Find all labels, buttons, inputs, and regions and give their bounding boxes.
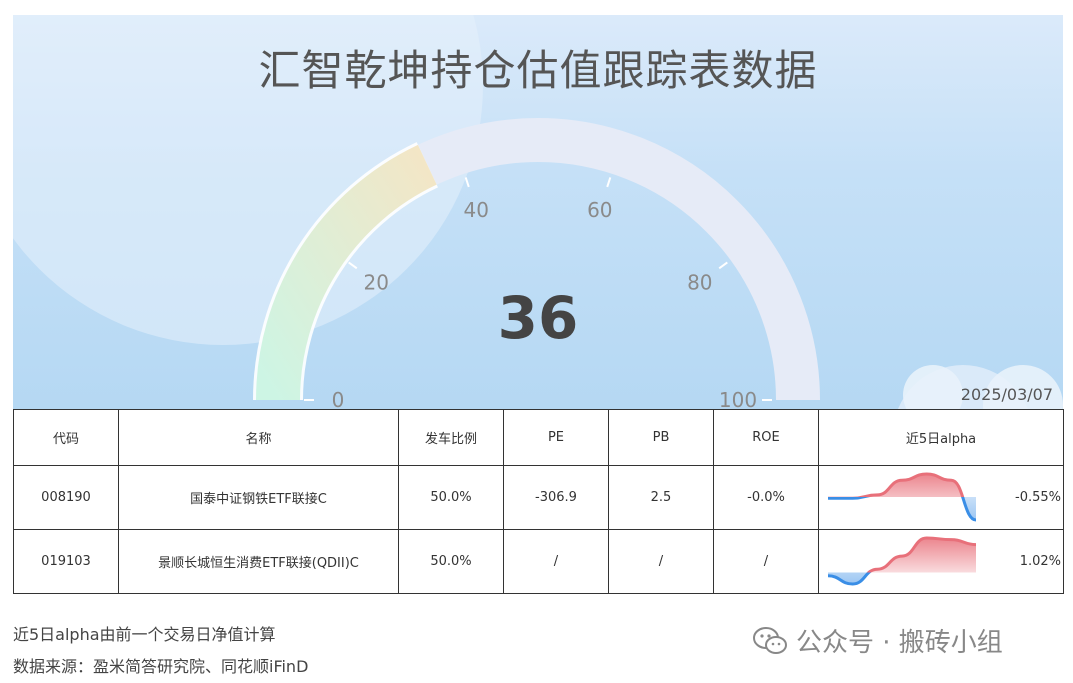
gauge-tick-label: 0 xyxy=(332,388,345,409)
gauge-tick xyxy=(464,177,470,188)
cell-code: 019103 xyxy=(13,529,119,594)
valuation-table: 代码 名称 发车比例 PE PB ROE 近5日alpha 008190 国泰中… xyxy=(13,409,1064,594)
table-header-row: 代码 名称 发车比例 PE PB ROE 近5日alpha xyxy=(13,409,1064,466)
gauge-value: 36 xyxy=(498,284,579,352)
gauge-tick-label: 100 xyxy=(719,388,757,409)
table-row: 019103 景顺长城恒生消费ETF联接(QDII)C 50.0% / / / … xyxy=(13,529,1064,594)
gauge-tick xyxy=(606,177,612,188)
alpha-sparkline xyxy=(827,536,977,586)
watermark: 公众号 · 搬砖小组 xyxy=(752,622,1003,659)
alpha-value: -0.55% xyxy=(1015,490,1061,505)
cell-code: 008190 xyxy=(13,465,119,530)
cell-pe: -306.9 xyxy=(503,465,609,530)
alpha-value: 1.02% xyxy=(1019,554,1061,569)
header-code: 代码 xyxy=(13,409,119,466)
gauge-banner: 0 20 40 60 80 100 36 汇智乾坤持仓估值跟踪表数据 2025/03/07 xyxy=(13,15,1063,409)
cell-roe: / xyxy=(713,529,819,594)
watermark-text: 公众号 · 搬砖小组 xyxy=(796,628,1003,658)
cell-ratio: 50.0% xyxy=(398,529,504,594)
header-name: 名称 xyxy=(118,409,399,466)
cell-pb: 2.5 xyxy=(608,465,714,530)
gauge-tick-label: 60 xyxy=(587,198,612,222)
gauge-tick xyxy=(718,261,728,270)
header-pb: PB xyxy=(608,409,714,466)
cell-alpha: 1.02% xyxy=(818,529,1064,594)
date-label: 2025/03/07 xyxy=(960,385,1053,404)
alpha-sparkline xyxy=(828,472,977,522)
note-alpha: 近5日alpha由前一个交易日净值计算 xyxy=(13,625,276,644)
header-alpha: 近5日alpha xyxy=(818,409,1064,466)
page-title: 汇智乾坤持仓估值跟踪表数据 xyxy=(258,46,818,95)
cell-alpha: -0.55% xyxy=(818,465,1064,530)
cell-pe: / xyxy=(503,529,609,594)
gauge-tick-label: 20 xyxy=(363,270,388,294)
note-source: 数据来源：盈米简答研究院、同花顺iFinD xyxy=(13,657,309,676)
header-ratio: 发车比例 xyxy=(398,409,504,466)
cell-ratio: 50.0% xyxy=(398,465,504,530)
gauge-tick-label: 80 xyxy=(687,270,712,294)
wechat-icon xyxy=(753,626,787,654)
header-roe: ROE xyxy=(713,409,819,466)
header-pe: PE xyxy=(503,409,609,466)
cell-roe: -0.0% xyxy=(713,465,819,530)
cell-pb: / xyxy=(608,529,714,594)
gauge-tick-label: 40 xyxy=(463,198,488,222)
table-row: 008190 国泰中证钢铁ETF联接C 50.0% -306.9 2.5 -0.… xyxy=(13,465,1064,530)
cell-name: 景顺长城恒生消费ETF联接(QDII)C xyxy=(118,529,399,594)
cell-name: 国泰中证钢铁ETF联接C xyxy=(118,465,399,530)
